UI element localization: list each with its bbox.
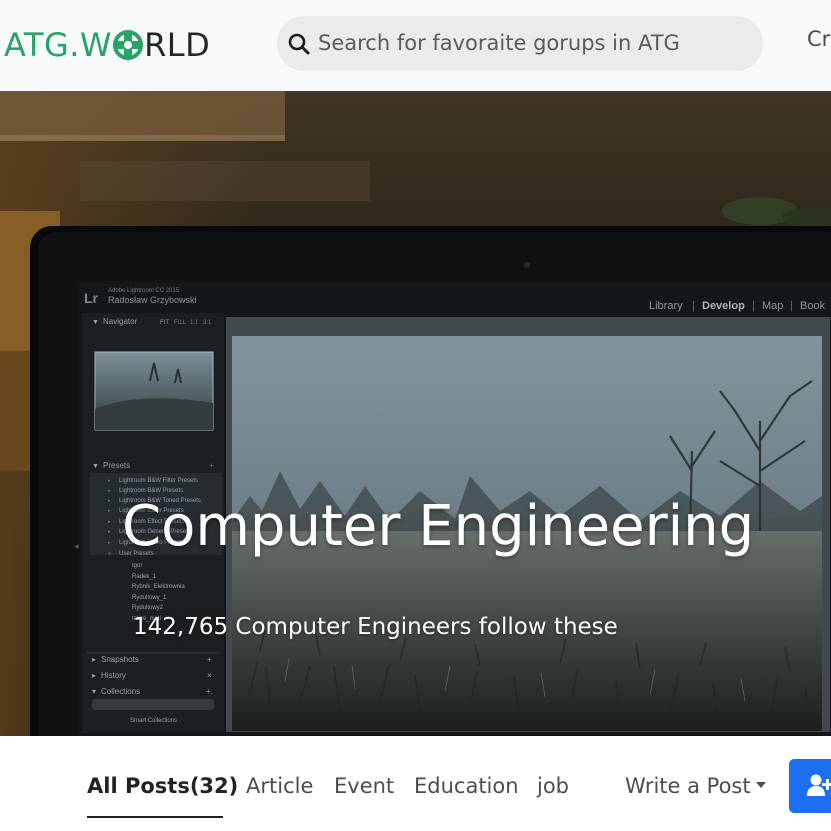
top-navbar: ATG.W RLD Search for favoraite gorups in… [0,0,831,91]
tab-event[interactable]: Event [334,774,394,798]
globe-logo-icon [113,30,144,60]
caret-down-icon [755,782,766,788]
hero-banner: Lr Adobe Lightroom CC 2015 Radosław Grzy… [0,91,831,736]
active-tab-indicator [87,816,223,818]
post-tabs-bar: All Posts(32) Article Event Education jo… [0,736,831,831]
search-input[interactable]: Search for favoraite gorups in ATG [318,16,680,71]
tab-all-posts[interactable]: All Posts(32) [87,774,238,798]
add-user-icon [807,774,831,796]
join-group-button[interactable] [789,759,831,813]
atg-world-logo[interactable]: ATG.W RLD [4,25,210,65]
tab-education[interactable]: Education [414,774,519,798]
tab-job[interactable]: job [537,774,569,798]
tab-article[interactable]: Article [246,774,313,798]
search-bar[interactable]: Search for favoraite gorups in ATG [277,16,763,71]
search-icon [288,33,310,55]
group-follower-count: 142,765 Computer Engineers follow these [133,614,618,640]
logo-text-part2: RLD [144,26,211,64]
logo-text-part1: ATG.W [4,26,113,64]
create-group-link[interactable]: Cr [807,0,830,79]
group-title: Computer Engineering [122,494,755,559]
write-post-dropdown[interactable]: Write a Post [625,774,766,798]
write-post-label: Write a Post [625,774,751,798]
